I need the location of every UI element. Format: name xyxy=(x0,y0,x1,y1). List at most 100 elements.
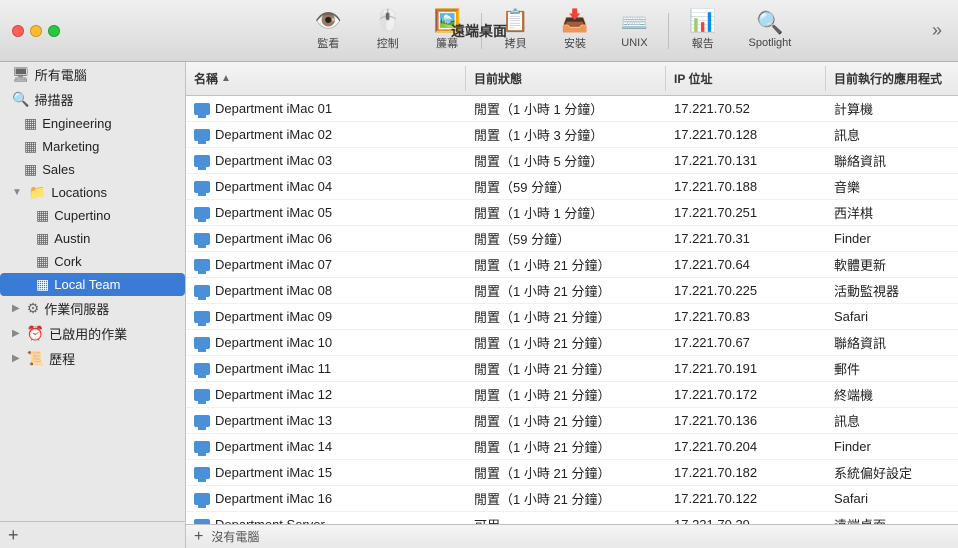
table-header: 名稱 ▲ 目前狀態 IP 位址 目前執行的應用程式 xyxy=(186,62,958,96)
cell-status: 閒置（1 小時 21 分鐘） xyxy=(466,330,666,355)
status-bar: + 沒有電腦 xyxy=(186,524,958,548)
install-label: 安裝 xyxy=(564,35,586,51)
table-row[interactable]: Department iMac 13 閒置（1 小時 21 分鐘） 17.221… xyxy=(186,408,958,434)
cell-ip: 17.221.70.122 xyxy=(666,486,826,511)
computer-icon xyxy=(194,337,210,349)
cell-status: 閒置（1 小時 21 分鐘） xyxy=(466,252,666,277)
table-row[interactable]: Department iMac 11 閒置（1 小時 21 分鐘） 17.221… xyxy=(186,356,958,382)
sidebar-item-history[interactable]: ▶ 📜 歷程 xyxy=(0,346,185,371)
table-row[interactable]: Department iMac 03 閒置（1 小時 5 分鐘） 17.221.… xyxy=(186,148,958,174)
sidebar-item-austin[interactable]: ▦ Austin xyxy=(0,227,185,250)
sidebar-item-work-server[interactable]: ▶ ⚙ 作業伺服器 xyxy=(0,296,185,321)
cell-name: Department iMac 02 xyxy=(186,122,466,147)
computer-icon xyxy=(194,285,210,297)
report-label: 報告 xyxy=(692,35,714,51)
sidebar-item-marketing[interactable]: ▦ Marketing xyxy=(0,135,185,158)
computer-icon xyxy=(194,311,210,323)
table-row[interactable]: Department iMac 06 閒置（59 分鐘） 17.221.70.3… xyxy=(186,226,958,252)
table-row[interactable]: Department iMac 01 閒置（1 小時 1 分鐘） 17.221.… xyxy=(186,96,958,122)
table-row[interactable]: Department iMac 10 閒置（1 小時 21 分鐘） 17.221… xyxy=(186,330,958,356)
spotlight-icon: 🔍 xyxy=(756,12,783,34)
cell-status: 閒置（1 小時 21 分鐘） xyxy=(466,304,666,329)
cell-ip: 17.221.70.172 xyxy=(666,382,826,407)
computer-icon xyxy=(194,259,210,271)
control-icon: 🖱️ xyxy=(374,10,401,32)
table-row[interactable]: Department iMac 05 閒置（1 小時 1 分鐘） 17.221.… xyxy=(186,200,958,226)
sidebar-item-engineering[interactable]: ▦ Engineering xyxy=(0,112,185,135)
cell-name: Department iMac 05 xyxy=(186,200,466,225)
cell-name: Department iMac 15 xyxy=(186,460,466,485)
toolbar-spotlight[interactable]: 🔍 Spotlight xyxy=(733,8,808,53)
cell-name: Department iMac 09 xyxy=(186,304,466,329)
cell-status: 閒置（1 小時 21 分鐘） xyxy=(466,434,666,459)
sidebar-item-all-computers[interactable]: 🖥 所有電腦 xyxy=(0,62,185,87)
more-toolbar-button[interactable]: » xyxy=(926,16,948,45)
window-title: 遠端桌面 xyxy=(451,21,507,41)
marketing-icon: ▦ xyxy=(24,138,37,155)
computer-icon xyxy=(194,363,210,375)
sidebar-item-locations[interactable]: ▼ 📁 Locations xyxy=(0,181,185,204)
sidebar-item-marketing-label: Marketing xyxy=(42,139,99,154)
locations-chevron-icon: ▼ xyxy=(12,187,22,198)
computer-icon xyxy=(194,493,210,505)
cell-app: 聯絡資訊 xyxy=(826,148,958,173)
table-row[interactable]: Department iMac 16 閒置（1 小時 21 分鐘） 17.221… xyxy=(186,486,958,512)
cell-status: 閒置（59 分鐘） xyxy=(466,226,666,251)
table-row[interactable]: Department iMac 08 閒置（1 小時 21 分鐘） 17.221… xyxy=(186,278,958,304)
computer-icon xyxy=(194,441,210,453)
cell-ip: 17.221.70.251 xyxy=(666,200,826,225)
sidebar-item-cupertino[interactable]: ▦ Cupertino xyxy=(0,204,185,227)
sidebar-item-engineering-label: Engineering xyxy=(42,116,111,131)
cell-ip: 17.221.70.67 xyxy=(666,330,826,355)
local-team-icon: ▦ xyxy=(36,276,49,293)
cell-status: 閒置（59 分鐘） xyxy=(466,174,666,199)
table-row[interactable]: Department iMac 04 閒置（59 分鐘） 17.221.70.1… xyxy=(186,174,958,200)
cell-status: 閒置（1 小時 21 分鐘） xyxy=(466,382,666,407)
cell-status: 閒置（1 小時 21 分鐘） xyxy=(466,486,666,511)
table-row[interactable]: Department iMac 15 閒置（1 小時 21 分鐘） 17.221… xyxy=(186,460,958,486)
header-ip[interactable]: IP 位址 xyxy=(666,66,826,91)
sales-icon: ▦ xyxy=(24,161,37,178)
toolbar-report[interactable]: 📊 報告 xyxy=(673,6,732,55)
cell-name: Department iMac 14 xyxy=(186,434,466,459)
header-status[interactable]: 目前狀態 xyxy=(466,66,666,91)
table-row[interactable]: Department iMac 12 閒置（1 小時 21 分鐘） 17.221… xyxy=(186,382,958,408)
table-row[interactable]: Department iMac 02 閒置（1 小時 3 分鐘） 17.221.… xyxy=(186,122,958,148)
table-row[interactable]: Department iMac 07 閒置（1 小時 21 分鐘） 17.221… xyxy=(186,252,958,278)
cell-app: 系統偏好設定 xyxy=(826,460,958,485)
sidebar-item-cork[interactable]: ▦ Cork xyxy=(0,250,185,273)
minimize-button[interactable] xyxy=(30,25,42,37)
computer-icon xyxy=(194,103,210,115)
toolbar-separator-2 xyxy=(668,13,669,49)
toolbar-monitor[interactable]: 👁️ 監看 xyxy=(299,6,358,55)
sidebar-item-sales[interactable]: ▦ Sales xyxy=(0,158,185,181)
computer-icon xyxy=(194,519,210,525)
cell-ip: 17.221.70.29 xyxy=(666,512,826,524)
cell-name: Department iMac 10 xyxy=(186,330,466,355)
table-row[interactable]: Department iMac 09 閒置（1 小時 21 分鐘） 17.221… xyxy=(186,304,958,330)
sidebar-item-running-tasks[interactable]: ▶ ⏰ 已啟用的作業 xyxy=(0,321,185,346)
sidebar-item-scanner[interactable]: 🔍 掃描器 xyxy=(0,87,185,112)
close-button[interactable] xyxy=(12,25,24,37)
unix-label: UNIX xyxy=(621,37,647,49)
status-add-button[interactable]: + xyxy=(194,529,203,545)
sidebar-item-local-team[interactable]: ▦ Local Team xyxy=(0,273,185,296)
cell-ip: 17.221.70.128 xyxy=(666,122,826,147)
table-row[interactable]: Department iMac 14 閒置（1 小時 21 分鐘） 17.221… xyxy=(186,434,958,460)
cell-ip: 17.221.70.31 xyxy=(666,226,826,251)
cell-status: 閒置（1 小時 21 分鐘） xyxy=(466,460,666,485)
sidebar-add-button[interactable]: + xyxy=(8,526,19,544)
toolbar-control[interactable]: 🖱️ 控制 xyxy=(358,6,417,55)
engineering-icon: ▦ xyxy=(24,115,37,132)
sidebar-item-locations-label: Locations xyxy=(51,185,107,200)
toolbar-install[interactable]: 📥 安裝 xyxy=(545,6,604,55)
header-name[interactable]: 名稱 ▲ xyxy=(186,66,466,91)
toolbar-unix[interactable]: ⌨️ UNIX xyxy=(605,8,664,53)
maximize-button[interactable] xyxy=(48,25,60,37)
cell-app: 計算機 xyxy=(826,96,958,121)
computer-icon xyxy=(194,233,210,245)
cell-name: Department iMac 11 xyxy=(186,356,466,381)
header-app[interactable]: 目前執行的應用程式 xyxy=(826,66,958,91)
cell-status: 閒置（1 小時 21 分鐘） xyxy=(466,278,666,303)
table-row[interactable]: Department Server 可用 17.221.70.29 遠端桌面 xyxy=(186,512,958,524)
